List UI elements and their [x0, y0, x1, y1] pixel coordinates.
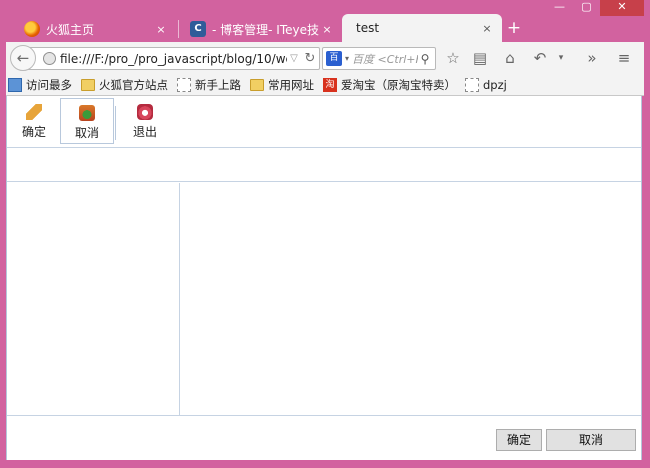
tab-close-icon[interactable]: × [154, 23, 168, 36]
toolbar-divider [115, 106, 116, 140]
history-dropdown-icon[interactable]: ▽ [287, 53, 301, 64]
iteye-icon: C [190, 21, 206, 37]
bookmark-label: 新手上路 [195, 77, 241, 92]
tab-title: test [356, 21, 380, 35]
left-panel [7, 183, 180, 415]
back-button[interactable]: ← [10, 45, 36, 71]
bookmark-getting-started[interactable]: 新手上路 [177, 77, 241, 93]
search-icon[interactable]: ⚲ [418, 52, 432, 66]
bookmark-ai-taobao[interactable]: 淘 爱淘宝（原淘宝特卖） [323, 77, 456, 93]
undo-icon[interactable]: ↶ [530, 48, 550, 68]
taobao-icon: 淘 [323, 77, 337, 92]
undo-dropdown-icon[interactable]: ▾ [551, 48, 571, 68]
browser-window: — ▢ ✕ 火狐主页 × C - 博客管理- ITeye技... × test … [0, 0, 650, 468]
search-bar[interactable]: 百 ▾ 百度 <Ctrl+K> ⚲ [322, 47, 436, 70]
url-text[interactable]: file:///F:/pro_/pro_javascript/blog/10/w… [60, 52, 287, 66]
folder-icon [81, 78, 95, 91]
url-bar[interactable]: file:///F:/pro_/pro_javascript/blog/10/w… [28, 47, 320, 70]
dialog-footer: 确定 取消 [7, 415, 641, 460]
bookmark-label: 火狐官方站点 [99, 77, 168, 92]
cancel-button[interactable]: 取消 [60, 98, 114, 144]
page-toolbar: 确定 取消 退出 [7, 96, 641, 148]
reading-list-icon[interactable]: ▤ [470, 48, 490, 68]
bookmark-label: 访问最多 [26, 77, 72, 92]
right-panel [181, 183, 641, 415]
overflow-chevron-icon[interactable]: » [582, 48, 602, 68]
filter-row [7, 148, 641, 182]
window-bottom-border [0, 460, 650, 468]
bookmarks-bar: 访问最多 火狐官方站点 新手上路 常用网址 淘 爱淘宝（原淘宝特卖） dpzj [6, 74, 644, 96]
page-content: 确定 取消 退出 确定 取消 [6, 96, 642, 460]
minimize-button[interactable]: — [546, 0, 573, 16]
tab-divider [178, 20, 179, 38]
footer-ok-button[interactable]: 确定 [496, 429, 542, 451]
engine-dropdown-icon[interactable]: ▾ [342, 54, 352, 63]
home-icon[interactable]: ⌂ [500, 48, 520, 68]
firefox-icon [24, 21, 40, 37]
tab-close-icon[interactable]: × [320, 23, 334, 36]
baidu-icon[interactable]: 百 [326, 51, 342, 66]
cancel-icon [79, 105, 95, 121]
tab-close-icon[interactable]: × [480, 22, 494, 35]
page-icon [465, 77, 479, 92]
navigation-toolbar: file:///F:/pro_/pro_javascript/blog/10/w… [6, 42, 644, 74]
globe-icon [43, 52, 56, 65]
exit-button[interactable]: 退出 [118, 98, 172, 144]
maximize-button[interactable]: ▢ [573, 0, 600, 16]
visited-icon [8, 77, 22, 92]
footer-cancel-button[interactable]: 取消 [546, 429, 636, 451]
bookmark-label: 爱淘宝（原淘宝特卖） [341, 77, 456, 92]
tab-title: 火狐主页 [46, 22, 95, 37]
bookmark-dpzj[interactable]: dpzj [465, 77, 507, 92]
folder-icon [250, 78, 264, 91]
confirm-button[interactable]: 确定 [7, 98, 61, 144]
bookmark-label: dpzj [483, 77, 507, 92]
tab-blog-admin[interactable]: C - 博客管理- ITeye技... × [182, 16, 342, 42]
reload-icon[interactable]: ↻ [301, 51, 319, 66]
bookmark-common-sites[interactable]: 常用网址 [250, 77, 314, 93]
tab-strip: 火狐主页 × C - 博客管理- ITeye技... × test × + [10, 14, 530, 42]
bookmark-firefox-official[interactable]: 火狐官方站点 [81, 77, 168, 93]
pencil-icon [26, 104, 42, 120]
new-tab-button[interactable]: + [504, 19, 524, 39]
bookmark-most-visited[interactable]: 访问最多 [8, 77, 72, 93]
close-window-button[interactable]: ✕ [600, 0, 644, 16]
tab-firefox-home[interactable]: 火狐主页 × [16, 16, 176, 42]
confirm-label: 确定 [21, 125, 46, 139]
page-icon [177, 77, 191, 92]
exit-icon [137, 104, 153, 120]
tab-test[interactable]: test × [342, 14, 502, 42]
exit-label: 退出 [132, 125, 157, 139]
cancel-label: 取消 [74, 126, 99, 140]
menu-icon[interactable]: ≡ [614, 48, 634, 68]
window-controls: — ▢ ✕ [546, 0, 644, 16]
search-input[interactable]: 百度 <Ctrl+K> [352, 51, 418, 67]
tab-title: - 博客管理- ITeye技... [212, 22, 320, 37]
star-bookmark-icon[interactable]: ☆ [443, 48, 463, 68]
bookmark-label: 常用网址 [268, 77, 314, 92]
